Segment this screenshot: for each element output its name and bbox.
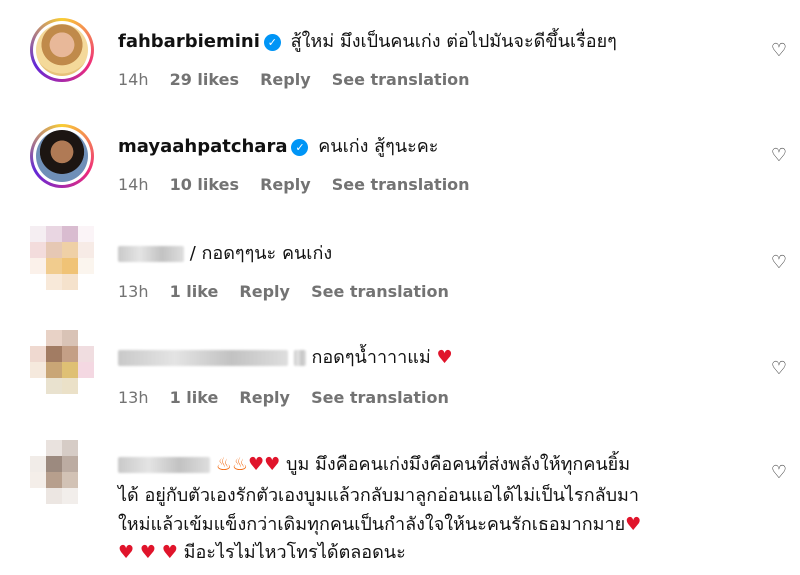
reply-button[interactable]: Reply: [260, 175, 311, 194]
red-heart-emoji: ♥: [248, 454, 265, 475]
red-heart-emoji: ♥: [264, 454, 281, 475]
heart-outline-icon[interactable]: ♡: [768, 358, 790, 380]
heart-outline-icon[interactable]: ♡: [768, 252, 790, 274]
comment-text: คนเก่ง สู้ๆนะคะ: [318, 136, 439, 157]
blurred-username: [118, 350, 288, 366]
verified-badge-icon: ✓: [263, 34, 281, 51]
comment-meta: 13h 1 like Reply See translation: [118, 388, 465, 407]
red-heart-emoji: ♥: [161, 542, 178, 563]
likes-count[interactable]: 29 likes: [170, 70, 239, 89]
comment-text: ได้ อยู่กับตัวเองรักตัวเองบูมแล้วกลับมาล…: [118, 485, 640, 506]
comment-line: mayaahpatchara ✓ คนเก่ง สู้ๆนะคะ: [118, 133, 438, 161]
comment-meta: 13h 1 like Reply See translation: [118, 282, 465, 301]
red-heart-emoji: ♥: [139, 542, 157, 563]
reply-button[interactable]: Reply: [260, 70, 311, 89]
red-heart-emoji: ♥: [436, 347, 453, 368]
reply-button[interactable]: Reply: [239, 388, 290, 407]
see-translation-button[interactable]: See translation: [311, 388, 449, 407]
heart-outline-icon[interactable]: ♡: [768, 40, 790, 62]
avatar[interactable]: [30, 440, 94, 504]
avatar[interactable]: [30, 330, 94, 394]
see-translation-button[interactable]: See translation: [332, 70, 470, 89]
comment-text: สู้ใหม่ มึงเป็นคนเก่ง ต่อไปมันจะดีขึ้นเร…: [290, 31, 617, 52]
timestamp: 13h: [118, 388, 149, 407]
heart-outline-icon[interactable]: ♡: [768, 145, 790, 167]
fire-emoji: ♨: [215, 454, 232, 475]
red-heart-emoji: ♥: [118, 542, 135, 563]
likes-count[interactable]: 10 likes: [170, 175, 239, 194]
blurred-username: [118, 457, 210, 473]
comment-text: มีอะไรไม่ไหวโทรได้ตลอดนะ: [183, 542, 406, 563]
username[interactable]: fahbarbiemini: [118, 31, 260, 52]
username[interactable]: mayaahpatchara: [118, 136, 287, 157]
verified-badge-icon: ✓: [291, 139, 309, 156]
comment-line: fahbarbiemini ✓ สู้ใหม่ มึงเป็นคนเก่ง ต่อ…: [118, 28, 617, 56]
blurred-username: [118, 246, 184, 262]
fire-emoji: ♨: [231, 454, 249, 475]
comment-text: / กอดๆๆนะ คนเก่ง: [189, 243, 333, 264]
comment-line: กอดๆน้ำาาาแม่ ♥: [118, 344, 453, 372]
comment-line: ♨♨♥♥ บูม มึงคือคนเก่งมึงคือคนที่ส่งพลังใ…: [118, 450, 630, 480]
comment-line: ใหม่แล้วเข้มแข็งกว่าเดิมทุกคนเป็นกำลังใจ…: [118, 510, 641, 540]
likes-count[interactable]: 1 like: [170, 282, 219, 301]
comment-text: บูม มึงคือคนเก่งมึงคือคนที่ส่งพลังให้ทุก…: [286, 454, 631, 475]
comment-text: ใหม่แล้วเข้มแข็งกว่าเดิมทุกคนเป็นกำลังใจ…: [118, 514, 626, 535]
avatar[interactable]: [30, 124, 94, 188]
see-translation-button[interactable]: See translation: [311, 282, 449, 301]
blurred-username: [293, 350, 306, 366]
see-translation-button[interactable]: See translation: [332, 175, 470, 194]
heart-outline-icon[interactable]: ♡: [768, 462, 790, 484]
likes-count[interactable]: 1 like: [170, 388, 219, 407]
timestamp: 14h: [118, 70, 149, 89]
reply-button[interactable]: Reply: [239, 282, 290, 301]
avatar[interactable]: [30, 226, 94, 290]
comment-meta: 14h 29 likes Reply See translation: [118, 70, 486, 89]
avatar[interactable]: [30, 18, 94, 82]
comment-line: / กอดๆๆนะ คนเก่ง: [118, 240, 332, 268]
red-heart-emoji: ♥: [625, 514, 642, 535]
timestamp: 14h: [118, 175, 149, 194]
timestamp: 13h: [118, 282, 149, 301]
comment-text: กอดๆน้ำาาาแม่: [311, 347, 431, 368]
comment-line: ♥ ♥ ♥ มีอะไรไม่ไหวโทรได้ตลอดนะ: [118, 538, 406, 568]
comment-meta: 14h 10 likes Reply See translation: [118, 175, 486, 194]
